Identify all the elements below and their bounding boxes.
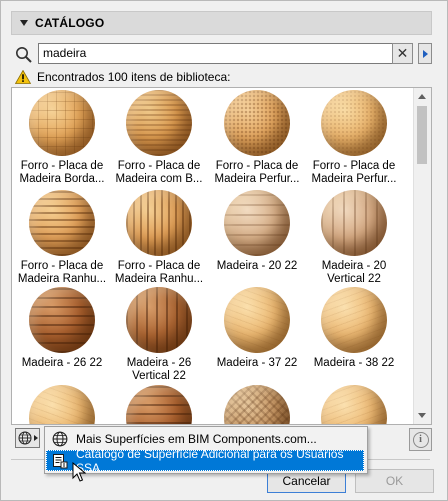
surface-label-line2: Madeira Ranhu...	[114, 273, 204, 285]
surface-label-line2: Madeira Perfur...	[214, 173, 300, 185]
surface-preview-sphere	[126, 190, 192, 256]
catalog-download-icon	[52, 452, 69, 470]
surface-thumbnail-item[interactable]: Forro - Placa de Madeira com B...	[112, 90, 206, 186]
surface-label-line2: Madeira com B...	[115, 173, 203, 185]
surface-thumbnail-item[interactable]: Forro - Placa de Madeira Borda...	[15, 90, 109, 186]
close-icon: ✕	[396, 45, 409, 61]
surface-preview-sphere	[29, 287, 95, 353]
search-icon	[16, 47, 32, 63]
surface-thumbnail-item[interactable]: Forro - Placa de Madeira Ranhu...	[112, 190, 206, 286]
surface-thumbnail-item[interactable]: Madeira - 26 22	[15, 287, 109, 370]
surface-thumbnail-item[interactable]	[15, 385, 109, 424]
surface-preview-sphere	[224, 190, 290, 256]
surface-thumbnail-item[interactable]: Forro - Placa de Madeira Ranhu...	[15, 190, 109, 286]
surface-thumbnail-item[interactable]	[210, 385, 304, 424]
surface-label-line1: Madeira - 20	[321, 260, 387, 272]
surface-label-line1: Madeira - 20 22	[216, 260, 298, 272]
search-go-button[interactable]	[418, 43, 432, 64]
surface-preview-sphere	[29, 190, 95, 256]
globe-icon	[51, 430, 69, 448]
mouse-cursor-icon	[72, 462, 86, 482]
surface-label-line1: Forro - Placa de	[117, 160, 201, 172]
surface-preview-sphere	[321, 287, 387, 353]
clear-search-button[interactable]: ✕	[392, 43, 413, 64]
search-input[interactable]	[38, 43, 394, 64]
surface-label-line1: Madeira - 38 22	[313, 357, 395, 369]
surface-thumbnail-item[interactable]: Madeira - 38 22	[307, 287, 401, 370]
scrollbar-thumb[interactable]	[417, 106, 427, 164]
surface-preview-sphere	[126, 385, 192, 424]
surface-label: Forro - Placa de Madeira Ranhu...	[15, 260, 109, 286]
warning-icon	[15, 70, 31, 84]
menu-item-label: Mais Superfícies em BIM Components.com..…	[76, 431, 317, 446]
surface-preview-sphere	[126, 90, 192, 156]
surface-preview-sphere	[321, 190, 387, 256]
surface-label: Madeira - 20 22	[210, 260, 304, 273]
scroll-down-icon[interactable]	[418, 413, 426, 418]
surface-preview-sphere	[224, 287, 290, 353]
scroll-up-icon[interactable]	[418, 94, 426, 99]
surface-thumbnail-item[interactable]: Madeira - 20 22	[210, 190, 304, 273]
online-surfaces-menu: Mais Superfícies em BIM Components.com..…	[44, 426, 368, 475]
surface-thumbnail-item[interactable]	[112, 385, 206, 424]
surface-thumbnail-item[interactable]: Forro - Placa de Madeira Perfur...	[210, 90, 304, 186]
play-arrow-icon	[422, 49, 428, 58]
surface-label: Madeira - 26 22	[15, 357, 109, 370]
surface-preview-sphere	[224, 90, 290, 156]
surface-label-line2: Madeira Borda...	[19, 173, 105, 185]
surface-preview-sphere	[29, 90, 95, 156]
surface-label: Forro - Placa de Madeira Perfur...	[307, 160, 401, 186]
surface-label-line2: Madeira Perfur...	[311, 173, 397, 185]
info-icon: i	[412, 431, 429, 448]
surface-label: Madeira - 38 22	[307, 357, 401, 370]
surface-thumbnail-item[interactable]	[307, 385, 401, 424]
catalog-section-header[interactable]: CATÁLOGO	[11, 11, 432, 35]
surface-label: Madeira - 37 22	[210, 357, 304, 370]
surface-thumbnail-item[interactable]: Madeira - 37 22	[210, 287, 304, 370]
surface-label-line1: Forro - Placa de	[20, 260, 104, 272]
surface-label-line2: Vertical 22	[132, 370, 186, 382]
menu-item-label: Catálogo de Superfície Adicional para os…	[75, 446, 344, 475]
surface-label-line2: Madeira Ranhu...	[17, 273, 107, 285]
results-message: Encontrados 100 itens de biblioteca:	[15, 70, 230, 84]
surface-thumbnail-item[interactable]: Forro - Placa de Madeira Perfur...	[307, 90, 401, 186]
surface-label: Forro - Placa de Madeira Ranhu...	[112, 260, 206, 286]
surface-thumbnail-grid[interactable]: Forro - Placa de Madeira Borda... Forro - …	[11, 87, 432, 425]
menu-item-ssa-catalog[interactable]: Catálogo de Superfície Adicional para os…	[46, 447, 364, 475]
catalog-title: CATÁLOGO	[35, 16, 105, 30]
surface-label-line1: Forro - Placa de	[215, 160, 299, 172]
surface-label-line1: Forro - Placa de	[312, 160, 396, 172]
surface-preview-sphere	[321, 90, 387, 156]
surface-label-line1: Forro - Placa de	[117, 260, 201, 272]
surface-label-line1: Madeira - 26 22	[21, 357, 103, 369]
surface-preview-sphere	[29, 385, 95, 424]
online-surfaces-button[interactable]	[15, 428, 40, 448]
surface-label: Forro - Placa de Madeira Perfur...	[210, 160, 304, 186]
collapse-triangle-icon[interactable]	[20, 20, 28, 26]
surface-label-line1: Madeira - 26	[126, 357, 192, 369]
globe-icon	[18, 431, 32, 445]
surface-thumbnail-item[interactable]: Madeira - 20 Vertical 22	[307, 190, 401, 286]
surface-label: Madeira - 26 Vertical 22	[112, 357, 206, 383]
surface-thumbnail-item[interactable]: Madeira - 26 Vertical 22	[112, 287, 206, 383]
surface-label: Forro - Placa de Madeira Borda...	[15, 160, 109, 186]
results-text: Encontrados 100 itens de biblioteca:	[37, 70, 231, 84]
surface-label-line2: Vertical 22	[327, 273, 381, 285]
menu-arrow-icon	[34, 435, 38, 441]
surface-preview-sphere	[224, 385, 290, 424]
surface-label: Madeira - 20 Vertical 22	[307, 260, 401, 286]
info-button[interactable]: i	[409, 428, 432, 451]
surface-label-line1: Forro - Placa de	[20, 160, 104, 172]
surface-preview-sphere	[126, 287, 192, 353]
surface-label: Forro - Placa de Madeira com B...	[112, 160, 206, 186]
vertical-scrollbar[interactable]	[413, 88, 431, 424]
surface-label-line1: Madeira - 37 22	[216, 357, 298, 369]
surface-preview-sphere	[321, 385, 387, 424]
